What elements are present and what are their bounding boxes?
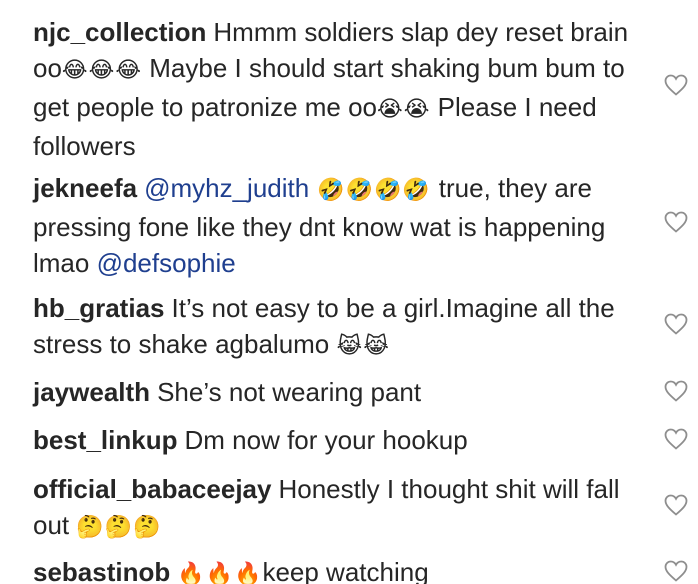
heart-icon[interactable] bbox=[664, 380, 688, 402]
grinning-cat-emoji: 😹😹 bbox=[336, 334, 390, 359]
heart-icon[interactable] bbox=[664, 313, 688, 335]
fire-emoji: 🔥🔥🔥 bbox=[177, 562, 263, 584]
mention-link[interactable]: @myhz_judith bbox=[144, 173, 309, 203]
comment-username[interactable]: jekneefa bbox=[33, 173, 137, 203]
laughing-emoji: 😂😂😂 bbox=[61, 58, 143, 83]
comment-username[interactable]: sebastinob bbox=[33, 557, 170, 584]
comment-username[interactable]: jaywealth bbox=[33, 377, 150, 407]
mention-link[interactable]: @defsophie bbox=[97, 248, 236, 278]
comment-item: official_babaceejay Honestly I thought sh… bbox=[33, 471, 653, 546]
rofl-emoji: 🤣🤣🤣🤣 bbox=[309, 178, 439, 203]
heart-icon[interactable] bbox=[664, 74, 688, 96]
comment-username[interactable]: official_babaceejay bbox=[33, 474, 271, 504]
heart-icon[interactable] bbox=[664, 428, 688, 450]
heart-icon[interactable] bbox=[664, 494, 688, 516]
heart-icon[interactable] bbox=[664, 211, 688, 233]
comment-text: She’s not wearing pant bbox=[157, 377, 422, 407]
comment-username[interactable]: hb_gratias bbox=[33, 293, 165, 323]
crying-emoji: 😭😭 bbox=[377, 97, 431, 122]
thinking-emoji: 🤔🤔🤔 bbox=[76, 515, 162, 540]
comment-username[interactable]: best_linkup bbox=[33, 425, 177, 455]
comment-item: hb_gratias It’s not easy to be a girl.Ima… bbox=[33, 290, 653, 365]
comment-text: keep watching bbox=[262, 557, 429, 584]
comment-item: jaywealth She’s not wearing pant bbox=[33, 374, 653, 410]
comment-item: sebastinob 🔥🔥🔥keep watching bbox=[33, 554, 653, 584]
comment-item: best_linkup Dm now for your hookup bbox=[33, 422, 653, 458]
comment-text: Dm now for your hookup bbox=[184, 425, 468, 455]
heart-icon[interactable] bbox=[664, 560, 688, 582]
comment-item: njc_collection Hmmm soldiers slap dey res… bbox=[33, 14, 653, 164]
comment-username[interactable]: njc_collection bbox=[33, 17, 206, 47]
comment-item: jekneefa @myhz_judith 🤣🤣🤣🤣 true, they are… bbox=[33, 170, 653, 281]
